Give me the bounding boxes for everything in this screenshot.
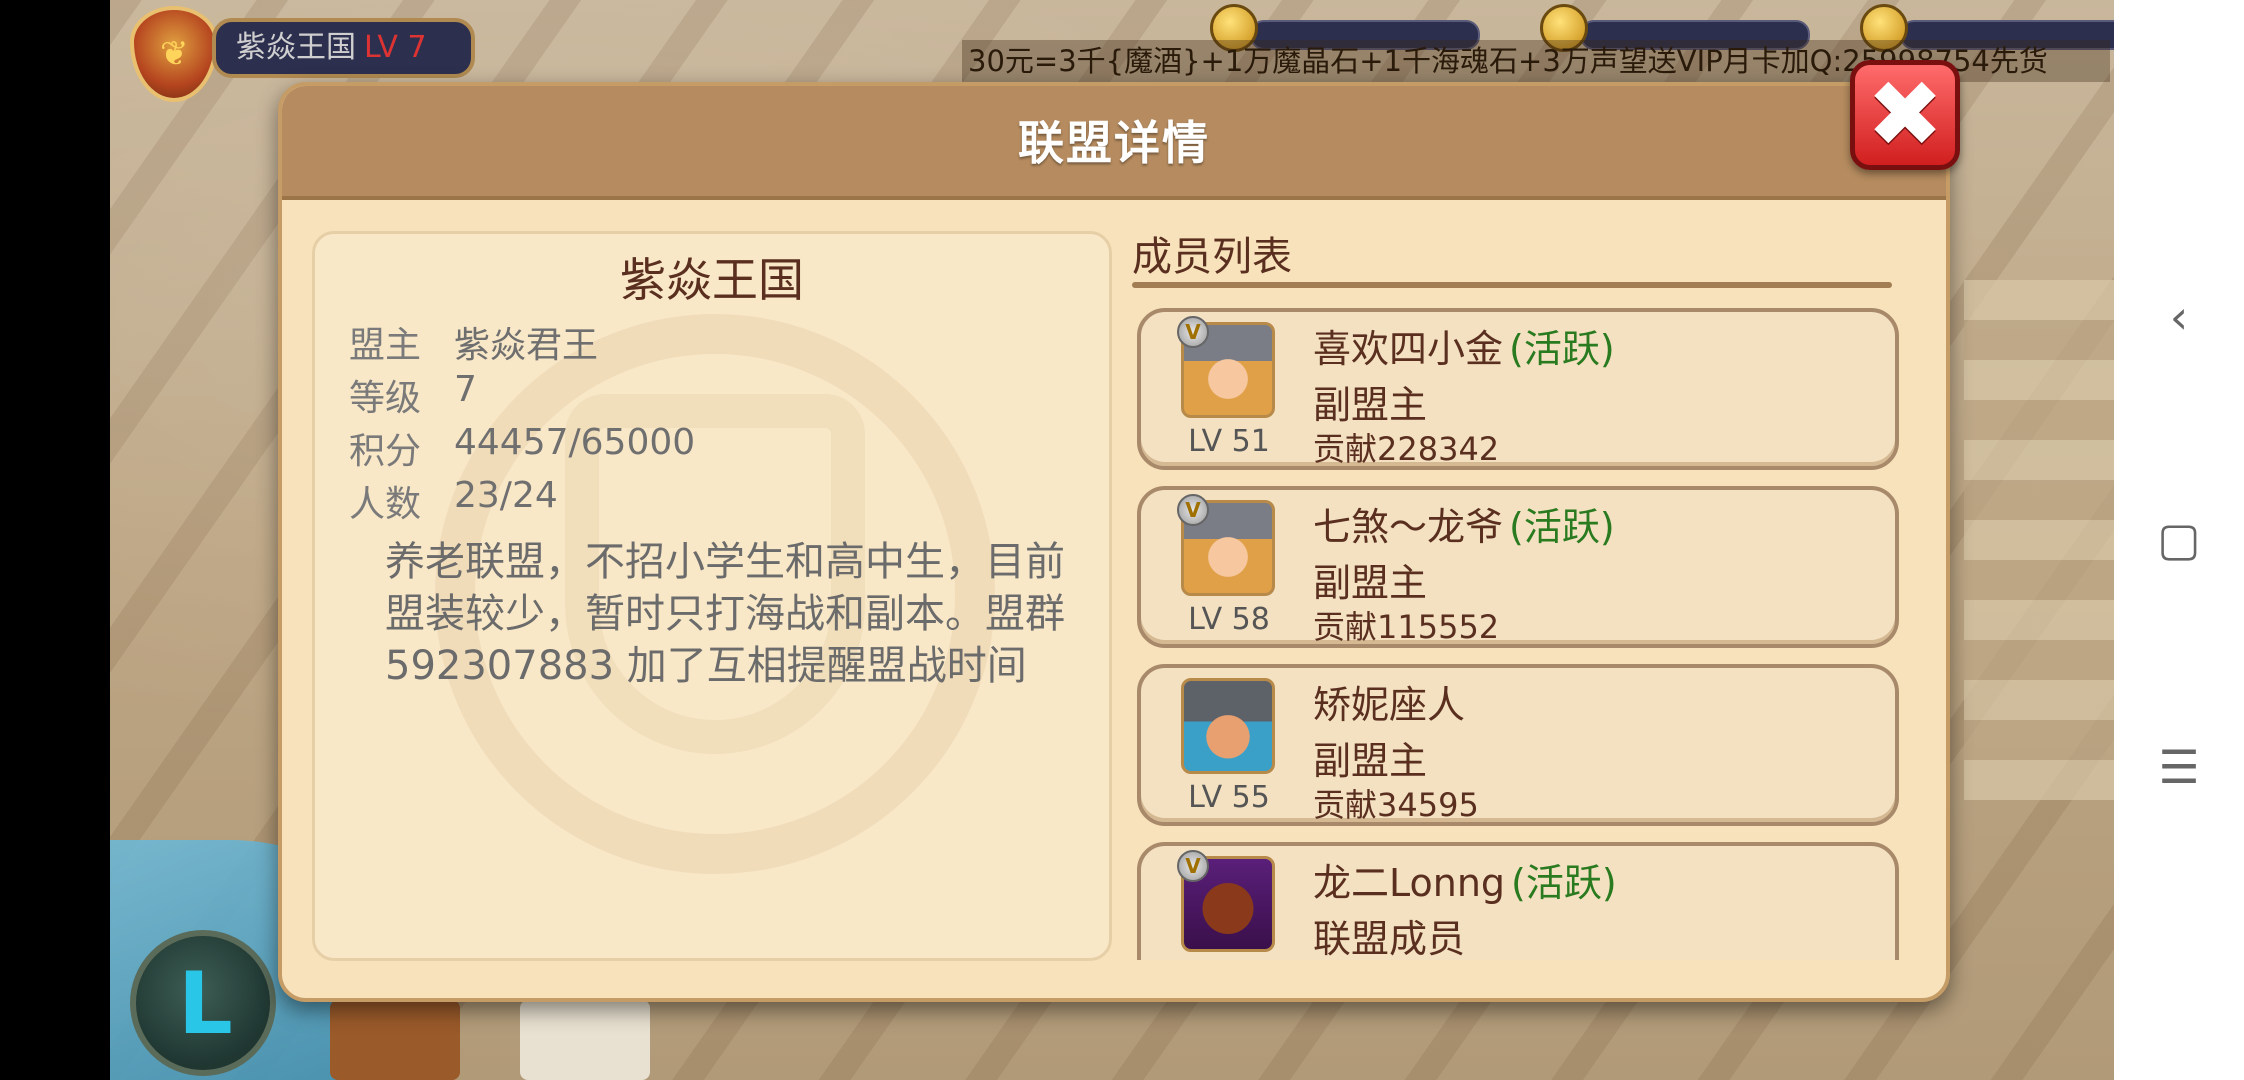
kingdom-name-pill: 紫焱王国 LV 7 (212, 18, 475, 78)
nav-back-icon[interactable]: ‹ (2144, 290, 2214, 344)
info-value: 7 (454, 369, 477, 410)
member-name-text: 龙二Lonng (1313, 861, 1506, 905)
alliance-description: 养老联盟，不招小学生和高中生，目前盟装较少，暂时只打海战和副本。盟群592307… (385, 539, 1065, 689)
alliance-details-dialog: 联盟详情 紫焱王国 盟主 紫焱君王 等级 7 积分 44457/65000 人数… (278, 82, 1950, 1002)
info-row-points: 积分 44457/65000 (349, 422, 695, 472)
member-contribution: 贡献115552 (1313, 608, 1500, 646)
member-role: 副盟主 (1313, 739, 1428, 783)
member-card[interactable]: LV 55 矫妮座人 副盟主 贡献34595 (1137, 664, 1899, 826)
info-row-members: 人数 23/24 (349, 475, 558, 525)
member-role: 副盟主 (1313, 561, 1428, 605)
member-level: LV 55 (1188, 780, 1270, 815)
member-contribution: 贡献228342 (1313, 430, 1500, 468)
info-value: 23/24 (454, 475, 558, 516)
city-buildings (1964, 280, 2114, 800)
member-level: LV 58 (1188, 602, 1270, 637)
member-name-text: 七煞～龙爷 (1313, 505, 1504, 549)
back-button[interactable]: L (130, 930, 276, 1076)
member-status: (活跃) (1511, 861, 1617, 905)
member-list-title: 成员列表 (1132, 234, 1292, 280)
back-arrow-icon: L (178, 954, 233, 1054)
member-list-divider (1132, 282, 1892, 288)
vip-badge-icon: V (1177, 494, 1209, 526)
android-nav-bar: ‹ ▢ ☰ (2114, 0, 2244, 1080)
member-contribution: 贡献34595 (1313, 786, 1479, 824)
vip-badge-icon: V (1177, 316, 1209, 348)
wheat-shield-icon: ❦ (130, 6, 218, 102)
close-button[interactable]: ✖ (1850, 60, 1960, 170)
member-name: 龙二Lonng (活跃) (1313, 852, 1617, 907)
member-name: 喜欢四小金 (活跃) (1313, 318, 1615, 373)
info-label: 人数 (349, 484, 422, 525)
vip-badge-icon: V (1177, 850, 1209, 882)
info-value: 紫焱君王 (454, 325, 599, 366)
dwarf-warrior-avatar (1181, 678, 1275, 774)
member-card[interactable]: V LV 51 喜欢四小金 (活跃) 副盟主 贡献228342 (1137, 308, 1899, 470)
info-row-leader: 盟主 紫焱君王 (349, 316, 598, 366)
alliance-name: 紫焱王国 (620, 253, 804, 307)
member-status: (活跃) (1509, 505, 1615, 549)
member-name-text: 矫妮座人 (1313, 683, 1466, 727)
alliance-info-panel: 紫焱王国 盟主 紫焱君王 等级 7 积分 44457/65000 人数 23/2… (312, 231, 1112, 961)
kingdom-badge[interactable]: ❦ 紫焱王国 LV 7 (130, 6, 475, 102)
nav-menu-icon[interactable]: ☰ (2144, 740, 2214, 794)
member-name: 七煞～龙爷 (活跃) (1313, 496, 1615, 551)
kingdom-name: 紫焱王国 (236, 30, 356, 65)
info-row-level: 等级 7 (349, 369, 477, 419)
close-icon: ✖ (1866, 61, 1944, 168)
member-list[interactable]: V LV 51 喜欢四小金 (活跃) 副盟主 贡献228342 V LV 58 七… (1137, 308, 1907, 960)
info-label: 积分 (349, 431, 422, 472)
info-label: 等级 (349, 378, 422, 419)
info-value: 44457/65000 (454, 422, 696, 463)
dialog-title: 联盟详情 (1018, 116, 1210, 170)
nav-home-icon[interactable]: ▢ (2144, 512, 2214, 566)
bag-icon[interactable] (330, 1000, 460, 1080)
info-label: 盟主 (349, 325, 422, 366)
member-name-text: 喜欢四小金 (1313, 327, 1504, 371)
kingdom-level: LV 7 (364, 30, 427, 65)
quest-icon[interactable] (520, 1000, 650, 1080)
member-status: (活跃) (1509, 327, 1615, 371)
member-card[interactable]: V LV 58 七煞～龙爷 (活跃) 副盟主 贡献115552 (1137, 486, 1899, 648)
member-role: 副盟主 (1313, 383, 1428, 427)
member-role: 联盟成员 (1313, 917, 1466, 960)
member-card[interactable]: V 龙二Lonng (活跃) 联盟成员 (1137, 842, 1899, 960)
member-name: 矫妮座人 (1313, 674, 1471, 729)
member-level: LV 51 (1188, 424, 1270, 459)
